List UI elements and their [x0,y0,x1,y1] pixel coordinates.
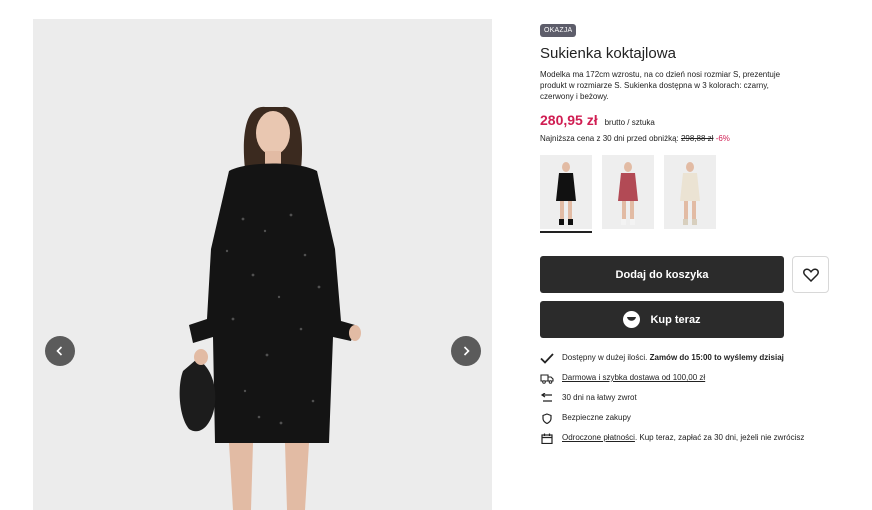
buy-now-label: Kup teraz [650,313,701,326]
product-gallery [33,19,492,510]
stock-info: Dostępny w dużej ilości. Zamów do 15:00 … [540,353,840,364]
deferred-payment-info: Odroczone płatności. Kup teraz, zapłać z… [540,433,840,444]
smile-icon [623,311,641,328]
price-row: 280,95 zł brutto / sztuka [540,112,840,128]
deferred-payment-link[interactable]: Odroczone płatności [562,433,635,442]
product-description: Modelka ma 172cm wzrostu, na co dzień no… [540,70,781,101]
cart-actions: Dodaj do koszyka [540,256,840,293]
secure-info: Bezpieczne zakupy [540,413,840,424]
delivery-info: Darmowa i szybka dostawa od 100,00 zł [540,373,840,384]
price-unit: brutto / sztuka [604,118,655,127]
deferred-payment-text: . Kup teraz, zapłać za 30 dni, jeżeli ni… [634,433,805,442]
discount-percent: -6% [715,134,730,143]
variant-thumb-black[interactable] [540,155,592,233]
sale-badge: OKAZJA [540,24,577,37]
returns-text: 30 dni na łatwy zwrot [562,393,637,402]
dispatch-promise: Zamów do 15:00 to wyślemy dzisiaj [649,353,784,362]
add-to-cart-button[interactable]: Dodaj do koszyka [540,256,784,293]
gallery-next-button[interactable] [451,336,481,366]
color-variants [540,155,840,233]
product-image [33,19,492,510]
product-title: Sukienka koktajlowa [540,45,676,62]
delivery-link[interactable]: Darmowa i szybka dostawa od 100,00 zł [562,373,705,382]
product-price: 280,95 zł [540,112,598,128]
favorite-button[interactable] [792,256,829,293]
feature-list: Dostępny w dużej ilości. Zamów do 15:00 … [540,353,840,444]
buy-now-button[interactable]: Kup teraz [540,301,784,338]
calendar-icon [541,433,553,444]
variant-thumb-beige[interactable] [664,155,716,233]
heart-icon [802,268,819,282]
variant-thumb-red[interactable] [602,155,654,233]
return-arrow-icon [540,393,552,402]
lowest-price-info: Najniższa cena z 30 dni przed obniżką: 2… [540,134,840,143]
chevron-right-icon [463,346,470,356]
secure-text: Bezpieczne zakupy [562,413,631,422]
chevron-left-icon [56,346,63,356]
returns-info: 30 dni na łatwy zwrot [540,393,840,404]
product-details: OKAZJA Sukienka koktajlowa Modelka ma 17… [540,19,840,453]
lowest-price-label: Najniższa cena z 30 dni przed obniżką: [540,134,679,143]
lowest-price-value: 298,88 zł [680,134,714,143]
truck-icon [540,374,554,384]
stock-text: Dostępny w dużej ilości. [562,353,648,362]
gallery-prev-button[interactable] [45,336,75,366]
checkmark-icon [540,353,554,364]
shield-icon [542,413,552,424]
